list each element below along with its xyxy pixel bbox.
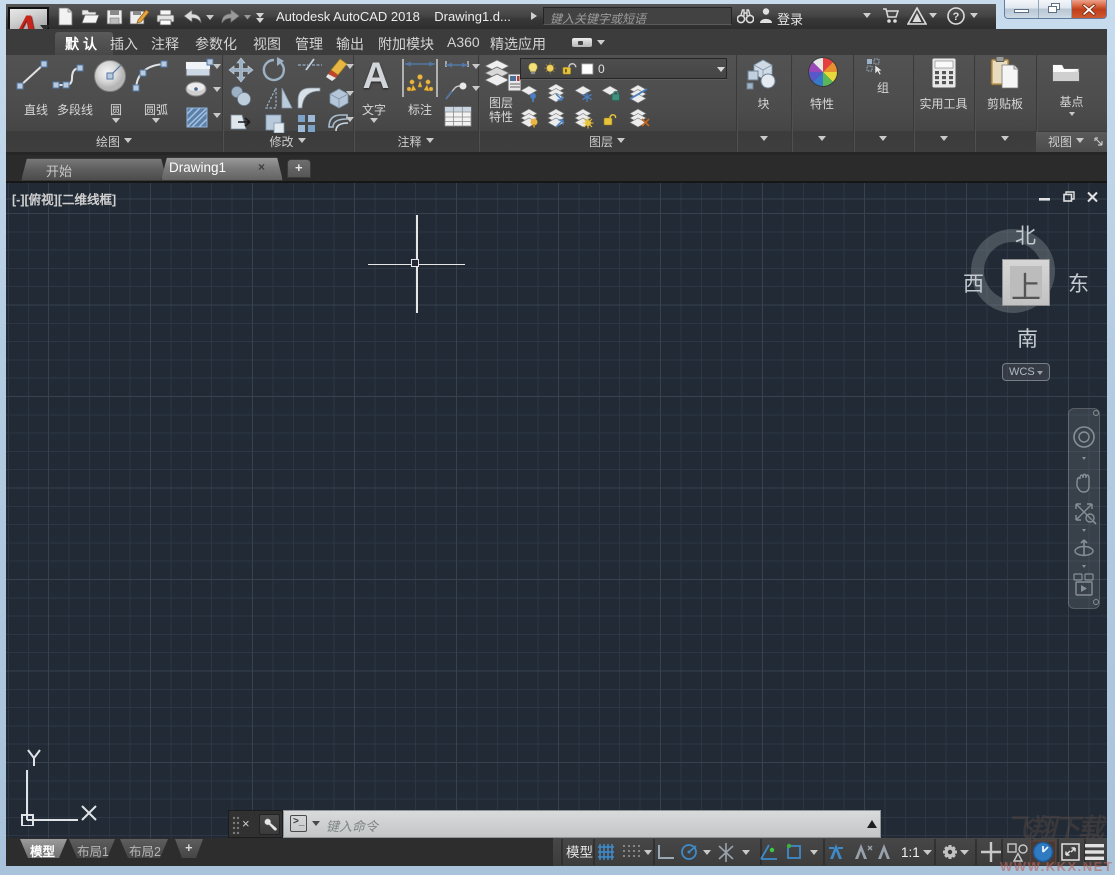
svg-text:?: ? <box>953 11 960 23</box>
svg-text:1:1: 1:1 <box>901 845 920 860</box>
svg-text:模型: 模型 <box>566 845 593 860</box>
